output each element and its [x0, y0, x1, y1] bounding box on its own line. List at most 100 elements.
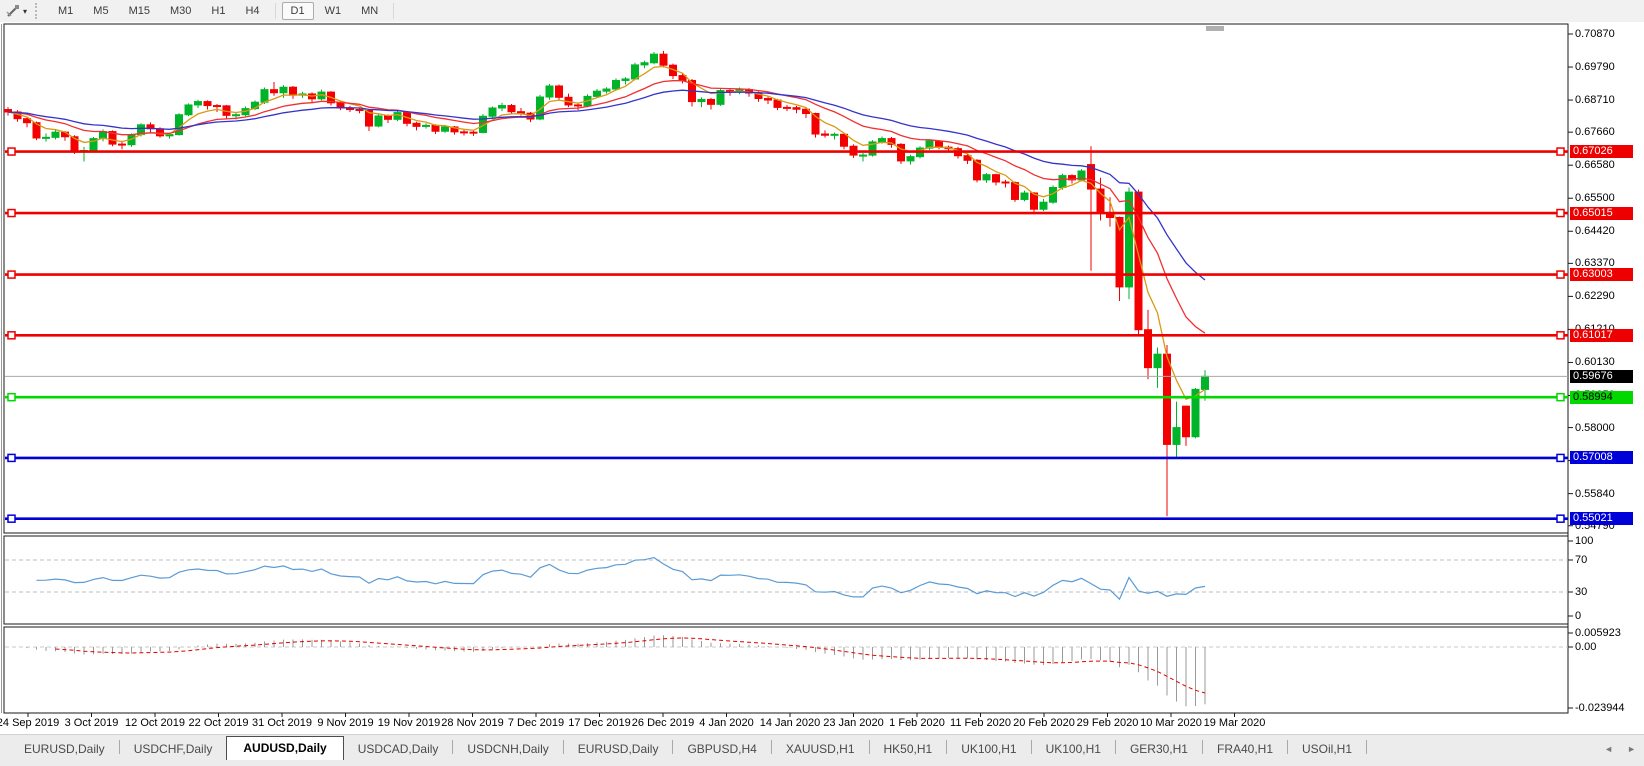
candle-body — [575, 105, 582, 106]
candle-body — [157, 129, 164, 136]
chart-tab-uk100-h1[interactable]: UK100,H1 — [1032, 738, 1115, 761]
candle-body — [52, 132, 59, 137]
candle-body — [546, 86, 553, 97]
candle-body — [1126, 192, 1133, 287]
hline-handle-right[interactable] — [1557, 148, 1564, 155]
candle-body — [261, 90, 268, 103]
candle-body — [413, 123, 420, 126]
candle-body — [708, 99, 715, 104]
candle-body — [489, 108, 496, 116]
chart-tab-usoil-h1[interactable]: USOil,H1 — [1288, 738, 1366, 761]
candle-body — [613, 80, 620, 89]
candle-body — [841, 134, 848, 146]
candle-body — [185, 105, 192, 115]
chart-tab-ger30-h1[interactable]: GER30,H1 — [1116, 738, 1202, 761]
hline-handle-left[interactable] — [8, 454, 15, 461]
macd-pane-frame — [4, 627, 1568, 713]
rsi-pane-frame — [4, 536, 1568, 624]
candle-body — [1002, 182, 1009, 183]
candle-body — [1040, 202, 1047, 209]
chart-tab-usdchf-daily[interactable]: USDCHF,Daily — [120, 738, 227, 761]
candle-body — [432, 125, 439, 131]
candle-body — [1164, 354, 1171, 444]
tab-scroll-left-icon[interactable]: ◄ — [1604, 744, 1613, 754]
hline-handle-left[interactable] — [8, 515, 15, 522]
candle-body — [793, 108, 800, 110]
chart-tab-hk50-h1[interactable]: HK50,H1 — [870, 738, 947, 761]
candle-body — [1202, 376, 1209, 389]
candle-body — [290, 87, 297, 95]
candle-body — [385, 116, 392, 119]
candle-body — [204, 102, 211, 106]
hline-handle-left[interactable] — [8, 394, 15, 401]
hline-handle-right[interactable] — [1557, 271, 1564, 278]
candle-body — [1154, 354, 1161, 367]
hline-handle-right[interactable] — [1557, 210, 1564, 217]
candle-body — [765, 99, 772, 101]
chart-scrollbar-thumb[interactable] — [1206, 26, 1224, 31]
candle-body — [166, 135, 173, 136]
candle-body — [508, 106, 515, 112]
candle-body — [1173, 428, 1180, 445]
candle-body — [375, 116, 382, 126]
hline-handle-right[interactable] — [1557, 454, 1564, 461]
chart-tab-fra40-h1[interactable]: FRA40,H1 — [1203, 738, 1287, 761]
chart-tab-usdcad-daily[interactable]: USDCAD,Daily — [344, 738, 453, 761]
candle-body — [195, 102, 202, 105]
chart-tab-xauusd-h1[interactable]: XAUUSD,H1 — [772, 738, 869, 761]
candle-body — [641, 63, 648, 65]
candle-body — [860, 155, 867, 156]
hline-handle-left[interactable] — [8, 148, 15, 155]
hline-handle-right[interactable] — [1557, 515, 1564, 522]
candle-body — [936, 141, 943, 147]
trading-platform-window: ▾ M1M5M15M30H1H4D1W1MN ▼AUDUSD,Daily 0.5… — [0, 0, 1644, 766]
candle-body — [43, 137, 50, 138]
chart-tab-audusd-daily[interactable]: AUDUSD,Daily — [226, 736, 343, 761]
candle-body — [214, 106, 221, 107]
hline-handle-right[interactable] — [1557, 332, 1564, 339]
candle-body — [603, 89, 610, 91]
chart-tab-eurusd-daily[interactable]: EURUSD,Daily — [564, 738, 673, 761]
candle-body — [280, 87, 287, 93]
candle-body — [879, 139, 886, 142]
hline-handle-right[interactable] — [1557, 394, 1564, 401]
candle-body — [356, 110, 363, 111]
hline-handle-left[interactable] — [8, 332, 15, 339]
candle-body — [907, 157, 914, 161]
candle-body — [983, 175, 990, 180]
candle-body — [831, 134, 838, 135]
candle-body — [556, 86, 563, 97]
candle-body — [632, 65, 639, 79]
candle-body — [594, 91, 601, 96]
candle-body — [993, 175, 1000, 182]
candle-body — [233, 115, 240, 116]
window-bottom-strip — [0, 760, 1644, 766]
candle-body — [271, 90, 278, 93]
candle-body — [660, 54, 667, 65]
chart-tab-bar: EURUSD,DailyUSDCHF,DailyAUDUSD,DailyUSDC… — [0, 734, 1644, 761]
hline-handle-left[interactable] — [8, 271, 15, 278]
candle-body — [442, 127, 449, 131]
chart-tab-usdcnh-daily[interactable]: USDCNH,Daily — [453, 738, 562, 761]
candle-body — [1059, 176, 1066, 188]
tab-scroll-right-icon[interactable]: ► — [1627, 744, 1636, 754]
chart-svg — [0, 0, 1644, 766]
chart-tab-uk100-h1[interactable]: UK100,H1 — [947, 738, 1030, 761]
candle-body — [423, 125, 430, 126]
chart-tab-gbpusd-h4[interactable]: GBPUSD,H4 — [673, 738, 770, 761]
candle-body — [119, 144, 126, 145]
candle-body — [651, 54, 658, 63]
candle-body — [470, 132, 477, 133]
candle-body — [1021, 193, 1028, 199]
candle-body — [1012, 183, 1019, 200]
candle-body — [499, 106, 506, 108]
candle-body — [698, 99, 705, 101]
candle-body — [518, 112, 525, 114]
candle-body — [1183, 406, 1190, 437]
hline-handle-left[interactable] — [8, 210, 15, 217]
candle-body — [622, 79, 629, 81]
candle-body — [784, 107, 791, 108]
candle-body — [822, 134, 829, 135]
candle-body — [461, 132, 468, 133]
chart-tab-eurusd-daily[interactable]: EURUSD,Daily — [10, 738, 119, 761]
